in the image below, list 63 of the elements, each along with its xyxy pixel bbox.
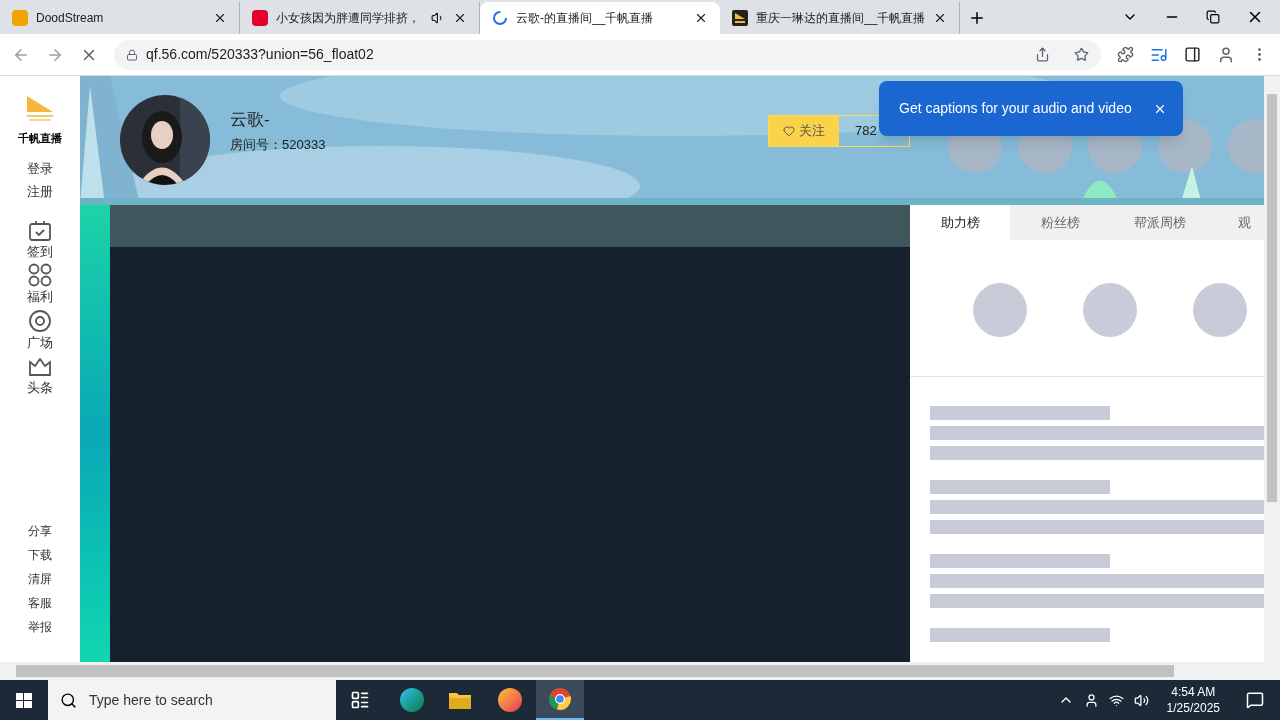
address-bar[interactable]: qf.56.com/520333?union=56_float02 bbox=[114, 39, 1101, 70]
new-tab-icon[interactable] bbox=[968, 9, 986, 27]
site-icon bbox=[12, 10, 28, 26]
tab-title: 小女孩因为胖遭同学排挤， bbox=[276, 10, 421, 27]
search-placeholder: Type here to search bbox=[89, 690, 213, 710]
footer-link[interactable]: 清屏 bbox=[28, 570, 52, 588]
volume-icon[interactable] bbox=[1133, 692, 1149, 708]
close-icon[interactable] bbox=[213, 11, 227, 25]
close-icon[interactable] bbox=[933, 11, 947, 25]
sidebar-item[interactable]: 广场 bbox=[27, 332, 53, 352]
time-text: 4:54 AM bbox=[1171, 684, 1216, 700]
share-icon[interactable] bbox=[1035, 47, 1050, 62]
search-icon bbox=[60, 691, 77, 709]
side-panel-icon[interactable] bbox=[1184, 46, 1201, 63]
clock[interactable]: 4:54 AM 1/25/2025 bbox=[1158, 684, 1228, 716]
bookmark-star-icon[interactable] bbox=[1074, 47, 1089, 62]
folder-icon[interactable] bbox=[448, 690, 472, 710]
ranking-tab[interactable]: 观 bbox=[1210, 205, 1264, 240]
footer-link[interactable]: 举报 bbox=[28, 618, 52, 636]
sidebar-item[interactable]: 签到 bbox=[27, 241, 53, 261]
footer-link[interactable]: 下载 bbox=[28, 546, 52, 564]
loading-icon bbox=[492, 10, 508, 26]
scrollbar-thumb[interactable] bbox=[16, 665, 1174, 677]
avatar-placeholder bbox=[973, 282, 1027, 337]
grid-icon bbox=[28, 263, 52, 287]
taskbar-search-field[interactable]: Type here to search bbox=[48, 680, 336, 720]
extensions-icon[interactable] bbox=[1117, 46, 1134, 63]
ranking-tab[interactable]: 帮派周榜 bbox=[1110, 205, 1210, 240]
network-icon[interactable] bbox=[1108, 692, 1124, 708]
disc-icon bbox=[28, 308, 52, 333]
people-icon[interactable] bbox=[1083, 692, 1099, 708]
vertical-scrollbar[interactable] bbox=[1264, 76, 1280, 680]
horizontal-scrollbar[interactable] bbox=[0, 662, 1264, 680]
footer-link[interactable]: 客服 bbox=[28, 594, 52, 612]
tab-title: 云歌-的直播间__千帆直播 bbox=[516, 10, 655, 27]
date-text: 1/25/2025 bbox=[1166, 700, 1220, 716]
tab-title: 重庆一琳达的直播间__千帆直播 bbox=[756, 10, 925, 27]
ranking-tab[interactable]: 粉丝榜 bbox=[1010, 205, 1110, 240]
site-icon bbox=[732, 10, 748, 26]
browser-tab[interactable]: 云歌-的直播间__千帆直播 bbox=[480, 2, 720, 34]
footer-link[interactable]: 分享 bbox=[28, 522, 52, 540]
close-icon[interactable] bbox=[694, 11, 708, 25]
site-icon bbox=[252, 10, 268, 26]
lock-icon bbox=[126, 48, 138, 61]
chrome-taskbar-button[interactable] bbox=[536, 680, 584, 720]
logo-text: 千帆直播 bbox=[18, 131, 62, 146]
ranking-tab[interactable]: 助力榜 bbox=[910, 205, 1010, 240]
avatar-placeholder bbox=[1193, 282, 1247, 337]
account-link[interactable]: 登录 bbox=[27, 158, 53, 178]
tab-title: DoodStream bbox=[36, 10, 105, 27]
sidebar-item[interactable]: 头条 bbox=[27, 378, 53, 398]
sidebar-item[interactable]: 福利 bbox=[27, 287, 53, 307]
url-text: qf.56.com/520333?union=56_float02 bbox=[146, 45, 375, 64]
scrollbar-thumb[interactable] bbox=[1267, 94, 1277, 502]
avatar-placeholder bbox=[1083, 282, 1137, 337]
task-view-icon[interactable] bbox=[350, 690, 370, 710]
chrome-icon bbox=[548, 687, 572, 711]
account-link[interactable]: 注册 bbox=[27, 182, 53, 202]
calendar-icon bbox=[28, 219, 52, 242]
profile-icon[interactable] bbox=[1217, 45, 1235, 64]
restore-icon[interactable] bbox=[1206, 10, 1220, 24]
close-icon[interactable] bbox=[453, 11, 467, 25]
notification-icon[interactable] bbox=[1246, 691, 1264, 709]
